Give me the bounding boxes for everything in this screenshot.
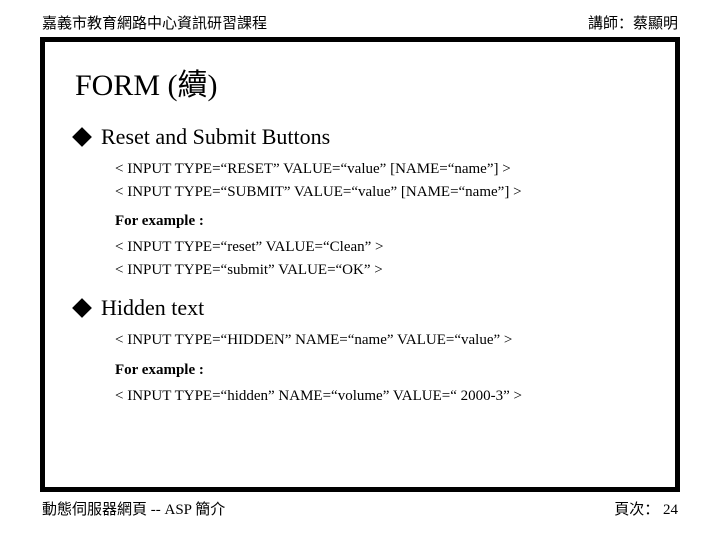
header-left: 嘉義市教育網路中心資訊研習課程 [42, 12, 267, 33]
page-title: FORM (續) [75, 60, 649, 104]
header-right: 講師：蔡顯明 [588, 12, 678, 33]
slide-container: 嘉義市教育網路中心資訊研習課程 講師：蔡顯明 FORM (續) Reset an… [40, 12, 680, 524]
footer-right: 頁次： 24 [614, 498, 678, 519]
content-frame: FORM (續) Reset and Submit Buttons < INPU… [40, 37, 680, 492]
example-block: < INPUT TYPE=“reset” VALUE=“Clean” > < I… [115, 236, 649, 281]
section-heading: Reset and Submit Buttons [75, 124, 649, 150]
syntax-block: < INPUT TYPE=“HIDDEN” NAME=“name” VALUE=… [115, 329, 649, 352]
footer-left: 動態伺服器網頁 -- ASP 簡介 [42, 498, 225, 519]
diamond-bullet-icon [72, 127, 92, 147]
section-heading: Hidden text [75, 295, 649, 321]
code-line: < INPUT TYPE=“SUBMIT” VALUE=“value” [NAM… [115, 181, 649, 204]
code-line: < INPUT TYPE=“hidden” NAME=“volume” VALU… [115, 385, 649, 408]
code-line: < INPUT TYPE=“submit” VALUE=“OK” > [115, 259, 649, 282]
example-block: < INPUT TYPE=“hidden” NAME=“volume” VALU… [115, 385, 649, 408]
section-heading-text: Hidden text [101, 295, 204, 321]
diamond-bullet-icon [72, 298, 92, 318]
code-line: < INPUT TYPE=“HIDDEN” NAME=“name” VALUE=… [115, 329, 649, 352]
footer-bar: 動態伺服器網頁 -- ASP 簡介 頁次： 24 [40, 492, 680, 519]
code-line: < INPUT TYPE=“reset” VALUE=“Clean” > [115, 236, 649, 259]
syntax-block: < INPUT TYPE=“RESET” VALUE=“value” [NAME… [115, 158, 649, 203]
header-bar: 嘉義市教育網路中心資訊研習課程 講師：蔡顯明 [40, 12, 680, 37]
example-label: For example : [115, 362, 649, 379]
code-line: < INPUT TYPE=“RESET” VALUE=“value” [NAME… [115, 158, 649, 181]
section-heading-text: Reset and Submit Buttons [101, 124, 330, 150]
example-label: For example : [115, 213, 649, 230]
